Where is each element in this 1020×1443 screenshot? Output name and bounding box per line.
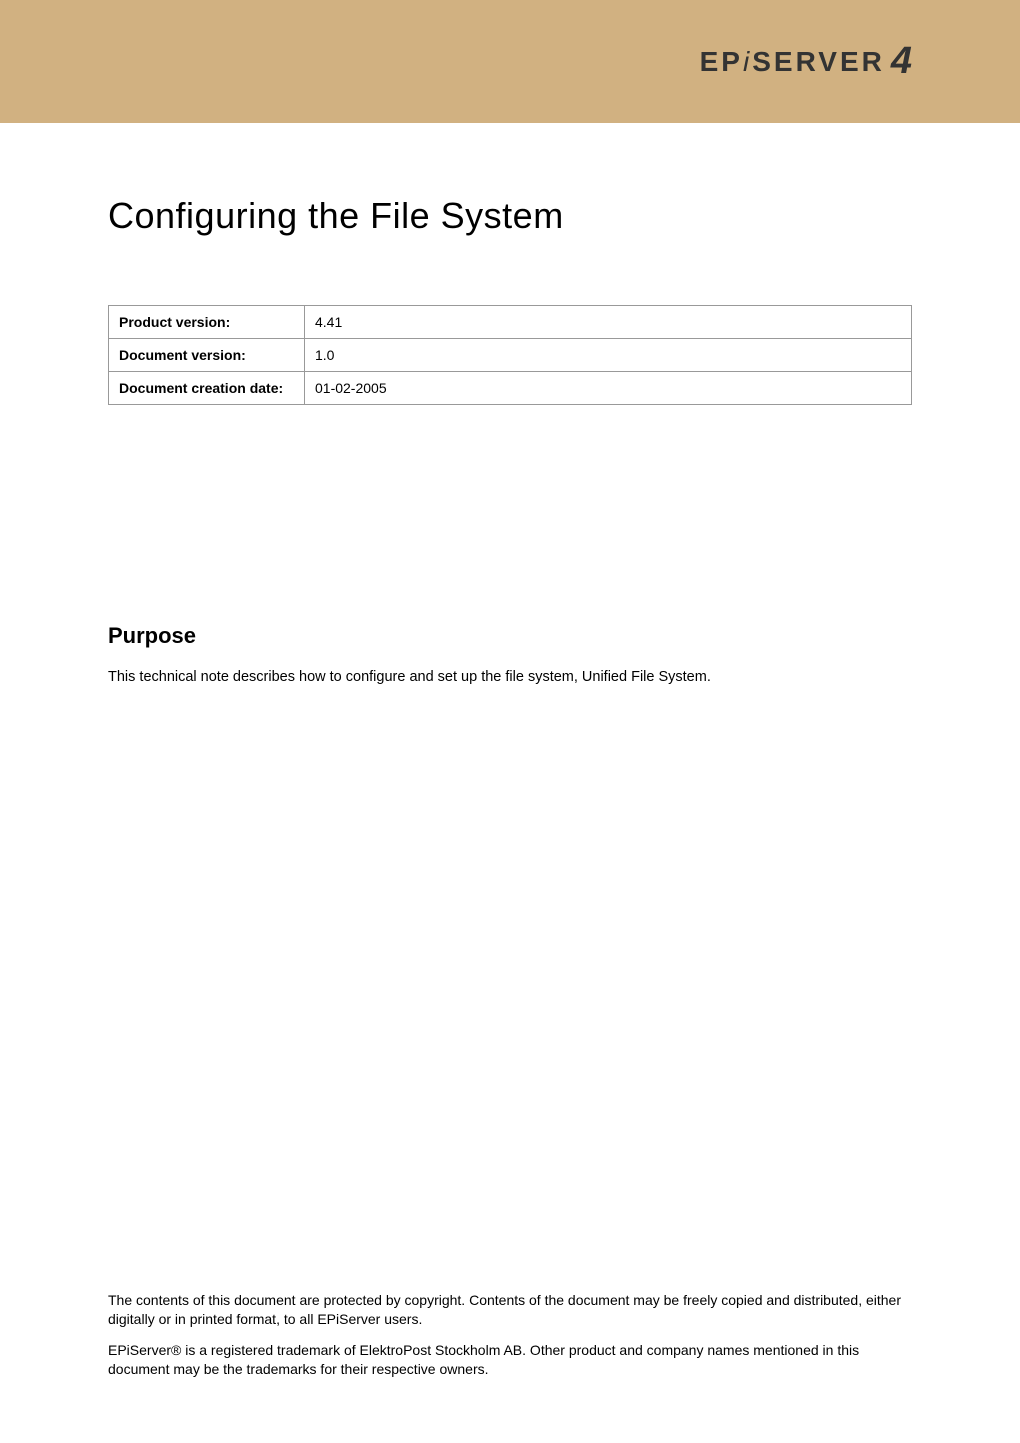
table-row: Document creation date: 01-02-2005	[109, 372, 912, 405]
footer-copyright: The contents of this document are protec…	[108, 1291, 912, 1329]
footer: The contents of this document are protec…	[108, 1291, 912, 1391]
logo-text: EPiSERVER	[700, 46, 885, 78]
purpose-text: This technical note describes how to con…	[108, 667, 912, 687]
info-label: Document creation date:	[109, 372, 305, 405]
info-label: Product version:	[109, 306, 305, 339]
logo-suffix: SERVER	[752, 46, 885, 77]
info-value: 4.41	[305, 306, 912, 339]
logo-prefix: EP	[700, 46, 743, 77]
table-row: Product version: 4.41	[109, 306, 912, 339]
header-band: EPiSERVER 4	[0, 0, 1020, 123]
info-value: 01-02-2005	[305, 372, 912, 405]
info-value: 1.0	[305, 339, 912, 372]
logo-number: 4	[891, 40, 912, 83]
logo-mid: i	[743, 46, 752, 77]
info-label: Document version:	[109, 339, 305, 372]
purpose-heading: Purpose	[108, 623, 912, 649]
content-area: Configuring the File System Product vers…	[0, 195, 1020, 687]
footer-trademark: EPiServer® is a registered trademark of …	[108, 1341, 912, 1379]
episerver-logo: EPiSERVER 4	[700, 40, 912, 83]
table-row: Document version: 1.0	[109, 339, 912, 372]
document-title: Configuring the File System	[108, 195, 912, 237]
info-table: Product version: 4.41 Document version: …	[108, 305, 912, 405]
